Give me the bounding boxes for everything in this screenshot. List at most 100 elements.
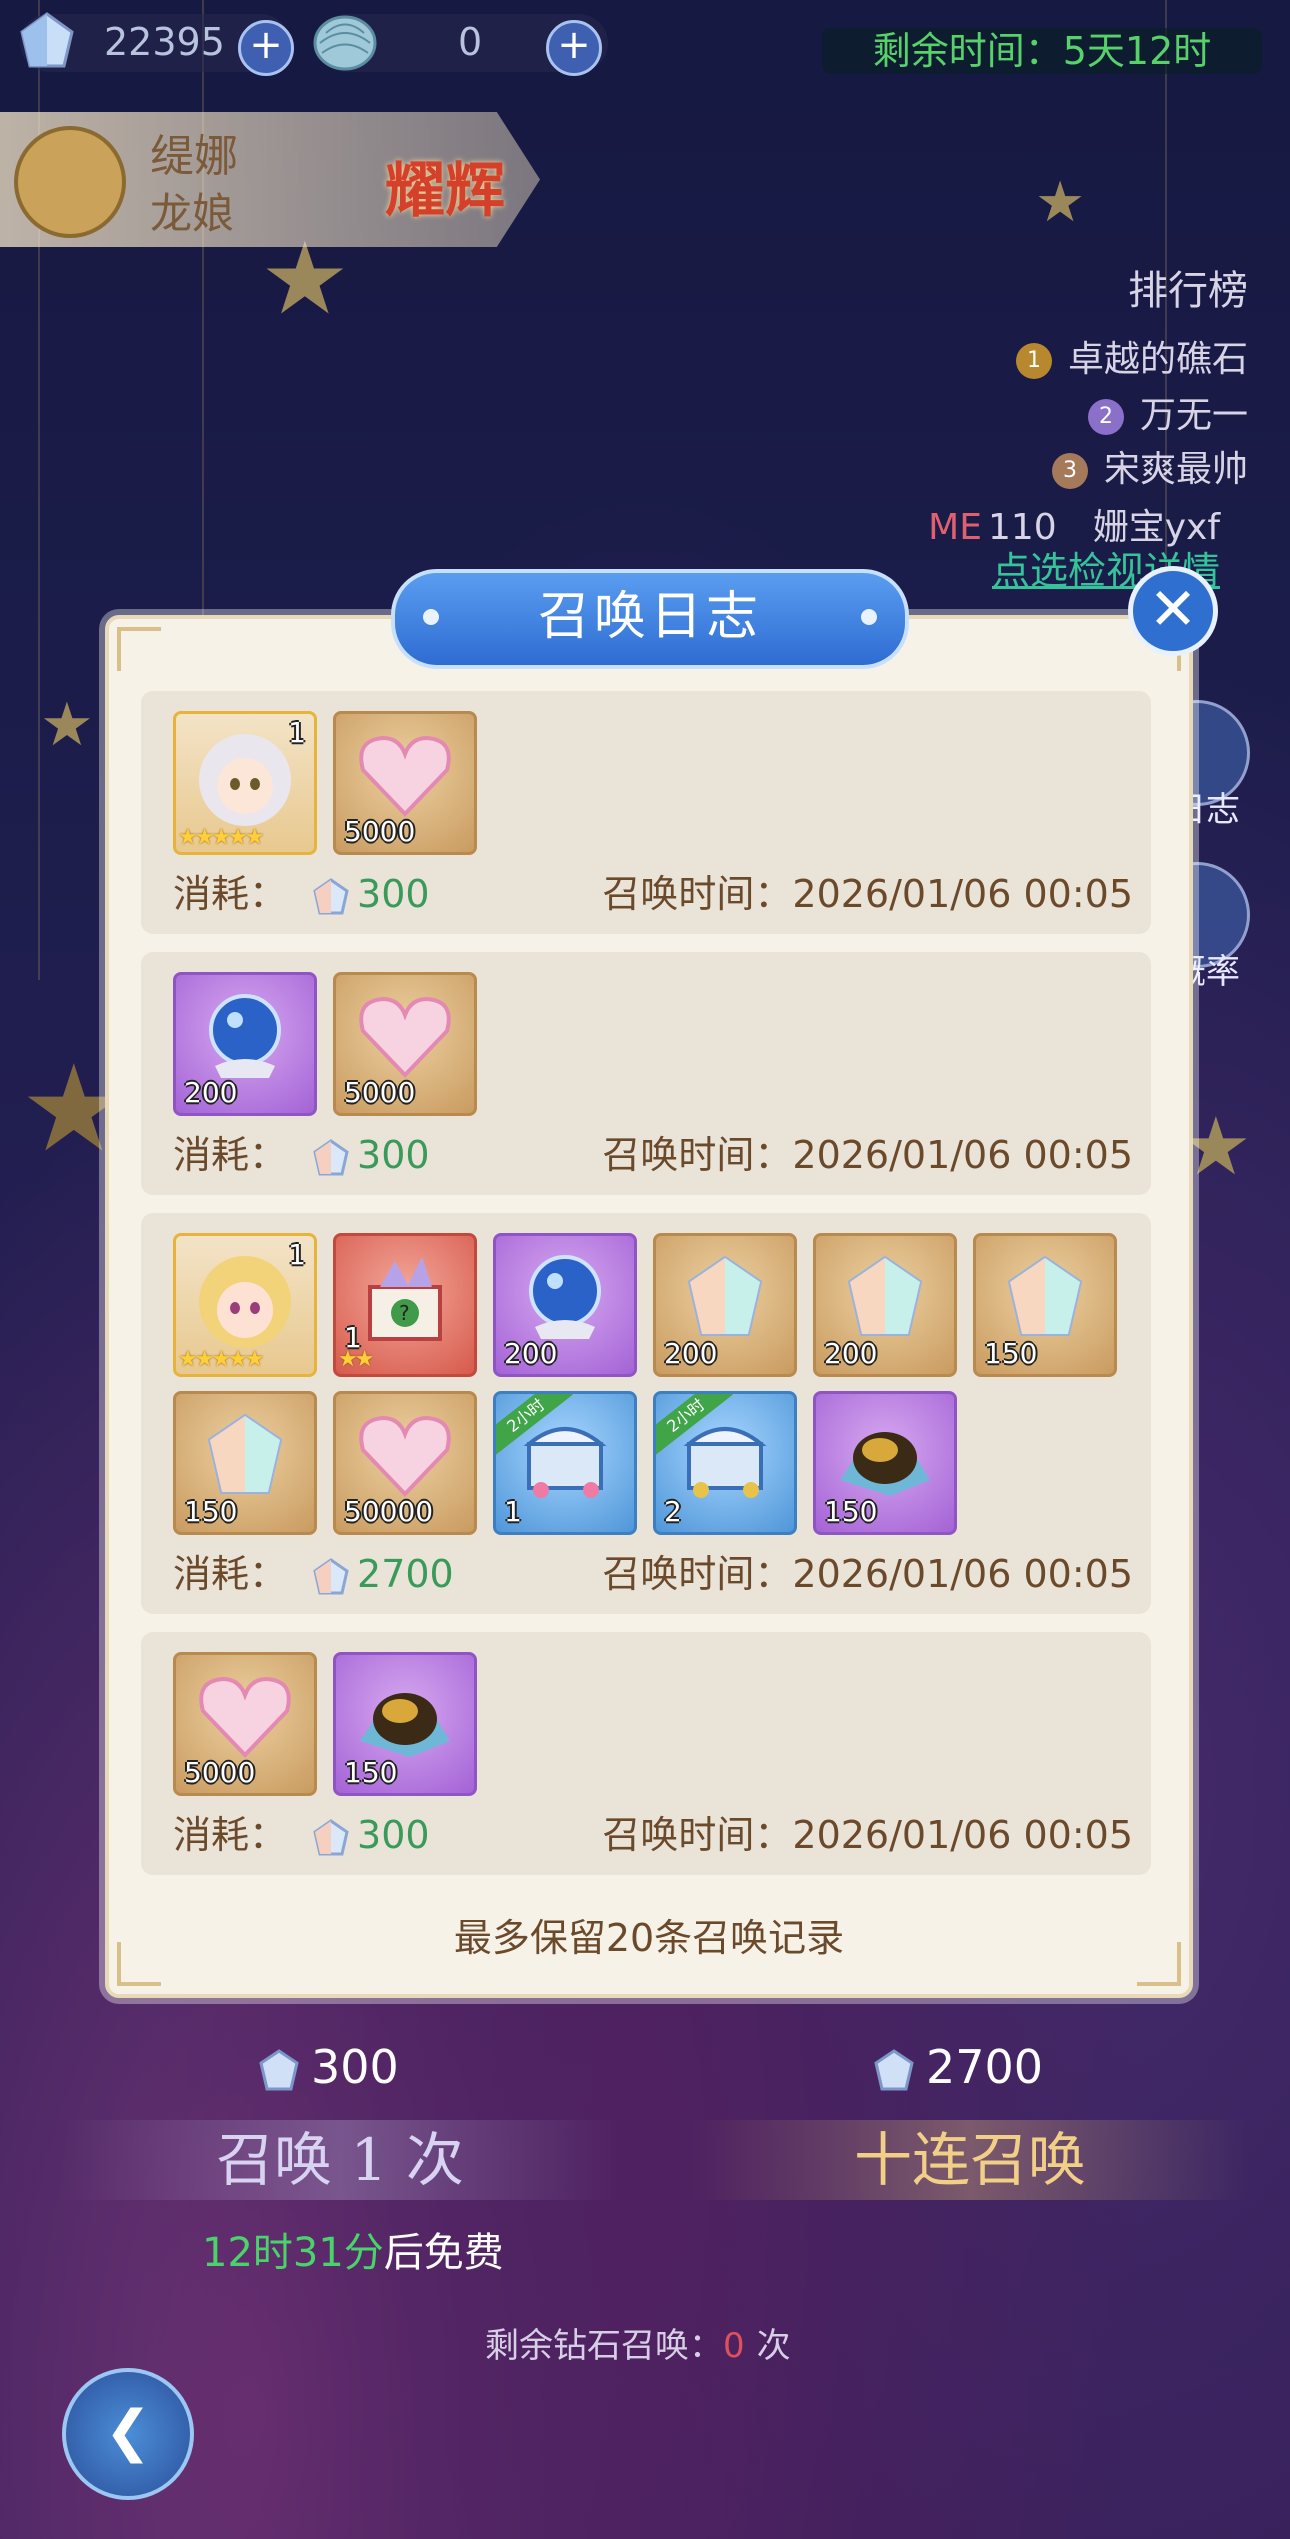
summon-once-button[interactable]: 召唤 1 次 xyxy=(60,2120,620,2200)
summon-time: 2026/01/06 00:05 xyxy=(792,1133,1133,1177)
summon-log-list[interactable]: 1 ★★★★★ 5000 消耗： 300 召唤时间：2026/01/06 00:05 200… xyxy=(141,691,1151,1883)
diamond-gem-icon xyxy=(1000,1252,1090,1346)
ranking-name: 宋爽最帅 xyxy=(1103,449,1248,490)
cost-info: 消耗： 300 xyxy=(173,1804,430,1859)
reward-item[interactable]: 150 xyxy=(973,1233,1117,1377)
diamond-icon xyxy=(874,2048,914,2090)
shard-currency: 0 + xyxy=(313,14,608,76)
reward-item[interactable]: 200 xyxy=(653,1233,797,1377)
summon-log-dialog: 召唤日志 1 ★★★★★ 5000 消耗： 300 召唤时间：2026/01/06 00:… xyxy=(105,569,1193,1998)
item-quantity: 5000 xyxy=(344,815,416,848)
scale-shard-icon xyxy=(313,15,377,71)
reward-item[interactable]: 1 ★★★★★ xyxy=(173,1233,317,1377)
item-quantity: 1 xyxy=(288,716,306,749)
item-quantity: 1 xyxy=(288,1238,306,1271)
cost-info: 消耗： 300 xyxy=(173,1124,430,1179)
reward-item[interactable]: 1 ★★★★★ xyxy=(173,711,317,855)
summon-time: 2026/01/06 00:05 xyxy=(792,1552,1133,1596)
item-quantity: 200 xyxy=(664,1337,718,1370)
time-info: 召唤时间：2026/01/06 00:05 xyxy=(602,863,1133,918)
close-button[interactable]: ✕ xyxy=(1128,566,1218,656)
dialog-title: 召唤日志 xyxy=(391,569,909,669)
reward-item[interactable]: 2小时 2 xyxy=(653,1391,797,1535)
back-button[interactable]: ❮ xyxy=(62,2368,194,2500)
summon-log-entry: 1 ★★★★★ 5000 消耗： 300 召唤时间：2026/01/06 00:05 xyxy=(141,691,1151,934)
time-info: 召唤时间：2026/01/06 00:05 xyxy=(602,1543,1133,1598)
gold-ore-icon xyxy=(350,1671,460,1765)
corner-ornament xyxy=(117,627,161,671)
hero-rarity-badge: 耀辉 xyxy=(385,156,505,226)
diamond-icon xyxy=(313,1818,349,1855)
entry-meta: 消耗： 300 召唤时间：2026/01/06 00:05 xyxy=(173,863,1133,918)
reward-item[interactable]: 200 xyxy=(173,972,317,1116)
cost-value: 2700 xyxy=(357,1552,454,1596)
time-label: 召唤时间： xyxy=(602,872,793,916)
diamond-gem-icon xyxy=(840,1252,930,1346)
diamond-currency: 22395 + xyxy=(20,12,294,76)
rank-3-icon: 3 xyxy=(1051,453,1088,489)
reward-item[interactable]: 150 xyxy=(813,1391,957,1535)
rank-1-icon: 1 xyxy=(1015,343,1052,379)
ten-summon-cost: 2700 xyxy=(870,2040,1043,2095)
reward-item[interactable]: 5000 xyxy=(333,972,477,1116)
diamond-gem-icon xyxy=(680,1252,770,1346)
item-quantity: 50000 xyxy=(344,1495,434,1528)
reward-items: 200 5000 xyxy=(173,972,1133,1116)
cost-label: 消耗： xyxy=(173,1813,288,1857)
single-cost-value: 300 xyxy=(311,2040,399,2094)
time-label: 召唤时间： xyxy=(602,1552,793,1596)
time-label: 召唤时间： xyxy=(602,1813,793,1857)
entry-meta: 消耗： 300 召唤时间：2026/01/06 00:05 xyxy=(173,1804,1133,1859)
remaining-diamond-summons: 剩余钻石召唤：0 次 xyxy=(485,2318,791,2367)
summon-time: 2026/01/06 00:05 xyxy=(792,1813,1133,1857)
item-quantity: 5000 xyxy=(184,1756,256,1789)
reward-item[interactable]: 150 xyxy=(173,1391,317,1535)
reward-item[interactable]: 200 xyxy=(493,1233,637,1377)
crystal-orb-icon xyxy=(515,1247,615,1351)
item-quantity: 200 xyxy=(824,1337,878,1370)
ranking-entry: 1 卓越的礁石 xyxy=(1015,330,1248,382)
summon-log-entry: 200 5000 消耗： 300 召唤时间：2026/01/06 00:05 xyxy=(141,952,1151,1195)
add-diamond-button[interactable]: + xyxy=(238,20,294,76)
reward-items: 5000 150 xyxy=(173,1652,1133,1796)
remain-prefix: 剩余钻石召唤： xyxy=(485,2326,723,2366)
reward-items: 1 ★★★★★ ? ★★ 1 200 200 200 150 150 50000 2小时 1 2小时 2 15… xyxy=(173,1233,1133,1535)
free-suffix: 后免费 xyxy=(383,2230,504,2276)
hero-info-card[interactable]: 缇娜 龙娘 耀辉 xyxy=(0,112,540,247)
reward-items: 1 ★★★★★ 5000 xyxy=(173,711,1133,855)
cost-label: 消耗： xyxy=(173,1552,288,1596)
exp-heart-icon xyxy=(195,1671,295,1765)
exp-heart-icon xyxy=(355,991,455,1085)
diamond-icon xyxy=(313,1138,349,1175)
cost-value: 300 xyxy=(357,1133,430,1177)
time-info: 召唤时间：2026/01/06 00:05 xyxy=(602,1124,1133,1179)
reward-item[interactable]: 2小时 1 xyxy=(493,1391,637,1535)
cost-info: 消耗： 300 xyxy=(173,863,430,918)
diamond-icon xyxy=(20,12,74,68)
summon-log-entry: 1 ★★★★★ ? ★★ 1 200 200 200 150 150 50000 2小时 1 2小时 2 15… xyxy=(141,1213,1151,1614)
free-time: 12时31分 xyxy=(202,2230,384,2276)
cost-label: 消耗： xyxy=(173,1133,288,1177)
add-shard-button[interactable]: + xyxy=(546,20,602,76)
rank-2-icon: 2 xyxy=(1087,399,1124,435)
cost-info: 消耗： 2700 xyxy=(173,1543,454,1598)
remain-count: 0 xyxy=(723,2326,745,2366)
ranking-entry: 2 万无一 xyxy=(1087,386,1248,438)
reward-item[interactable]: 5000 xyxy=(173,1652,317,1796)
reward-item[interactable]: 50000 xyxy=(333,1391,477,1535)
ranking-title[interactable]: 排行榜 xyxy=(1128,258,1248,316)
exp-heart-icon xyxy=(355,1410,455,1504)
single-summon-cost: 300 xyxy=(255,2040,399,2095)
reward-item[interactable]: ? ★★ 1 xyxy=(333,1233,477,1377)
item-quantity: 150 xyxy=(184,1495,238,1528)
reward-item[interactable]: 150 xyxy=(333,1652,477,1796)
summon-ten-button[interactable]: 十连召唤 xyxy=(690,2120,1250,2200)
ten-cost-value: 2700 xyxy=(926,2040,1044,2094)
item-quantity: 150 xyxy=(824,1495,878,1528)
summon-log-entry: 5000 150 消耗： 300 召唤时间：2026/01/06 00:05 xyxy=(141,1632,1151,1875)
event-timer: 剩余时间：5天12时 xyxy=(822,28,1262,74)
reward-item[interactable]: 5000 xyxy=(333,711,477,855)
mystery-box-icon: ? xyxy=(350,1247,460,1351)
close-icon: ✕ xyxy=(1148,575,1198,643)
reward-item[interactable]: 200 xyxy=(813,1233,957,1377)
